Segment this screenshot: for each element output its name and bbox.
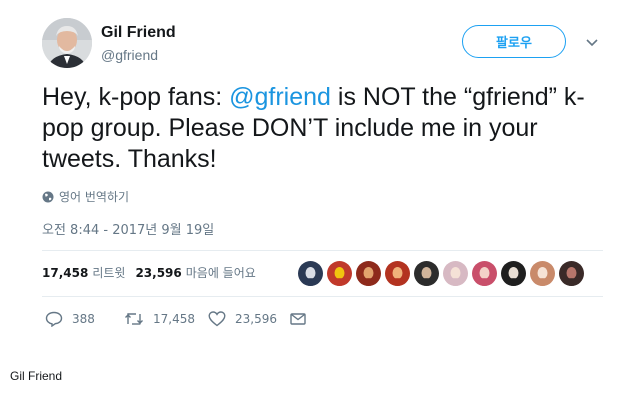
author-handle[interactable]: @gfriend <box>101 47 158 63</box>
divider-bottom <box>42 296 603 297</box>
divider-top <box>42 250 603 251</box>
liker-avatar[interactable] <box>356 261 381 286</box>
tweet-text-before: Hey, k-pop fans: <box>42 83 230 111</box>
retweets-label: 리트윗 <box>92 266 126 280</box>
retweet-icon <box>125 313 143 325</box>
liker-avatar[interactable] <box>559 261 584 286</box>
retweet-button[interactable]: 17,458 <box>124 312 208 326</box>
more-options-chevron-down-icon[interactable] <box>584 36 600 50</box>
mention-link[interactable]: @gfriend <box>229 83 331 111</box>
envelope-icon <box>290 313 306 325</box>
likes-stat[interactable]: 23,596 마음에 들어요 <box>135 264 255 281</box>
reply-button[interactable]: 388 <box>45 311 124 327</box>
translate-label: 영어 번역하기 <box>59 190 130 204</box>
like-button[interactable]: 23,596 <box>208 311 290 327</box>
likes-label: 마음에 들어요 <box>185 266 256 280</box>
liker-avatar[interactable] <box>414 261 439 286</box>
likers-avatars <box>298 261 588 286</box>
like-count: 23,596 <box>235 312 277 326</box>
direct-message-button[interactable] <box>290 312 315 326</box>
reply-icon <box>45 311 63 327</box>
tweet-actions: 388 17,458 23,596 <box>45 311 315 327</box>
heart-icon <box>208 311 226 327</box>
liker-avatar[interactable] <box>530 261 555 286</box>
retweet-count: 17,458 <box>153 312 195 326</box>
liker-avatar[interactable] <box>298 261 323 286</box>
liker-avatar[interactable] <box>443 261 468 286</box>
tweet-stats: 17,458 리트윗 23,596 마음에 들어요 <box>42 264 266 281</box>
globe-icon <box>42 191 54 202</box>
tweet-card: Gil Friend @gfriend 팔로우 Hey, k-pop fans:… <box>0 0 628 408</box>
reply-count: 388 <box>72 312 95 326</box>
retweets-count: 17,458 <box>42 266 89 280</box>
author-avatar[interactable] <box>42 18 92 68</box>
liker-avatar[interactable] <box>501 261 526 286</box>
translate-link[interactable]: 영어 번역하기 <box>42 188 129 205</box>
liker-avatar[interactable] <box>327 261 352 286</box>
caption-text: Gil Friend <box>10 369 63 383</box>
avatar-image <box>42 18 92 68</box>
tweet-timestamp[interactable]: 오전 8:44 - 2017년 9월 19일 <box>42 219 214 238</box>
likes-count: 23,596 <box>135 266 182 280</box>
liker-avatar[interactable] <box>472 261 497 286</box>
liker-avatar[interactable] <box>385 261 410 286</box>
author-name[interactable]: Gil Friend <box>101 24 176 42</box>
tweet-text: Hey, k-pop fans: @gfriend is NOT the “gf… <box>42 82 607 175</box>
retweets-stat[interactable]: 17,458 리트윗 <box>42 264 125 281</box>
follow-button[interactable]: 팔로우 <box>462 25 566 58</box>
